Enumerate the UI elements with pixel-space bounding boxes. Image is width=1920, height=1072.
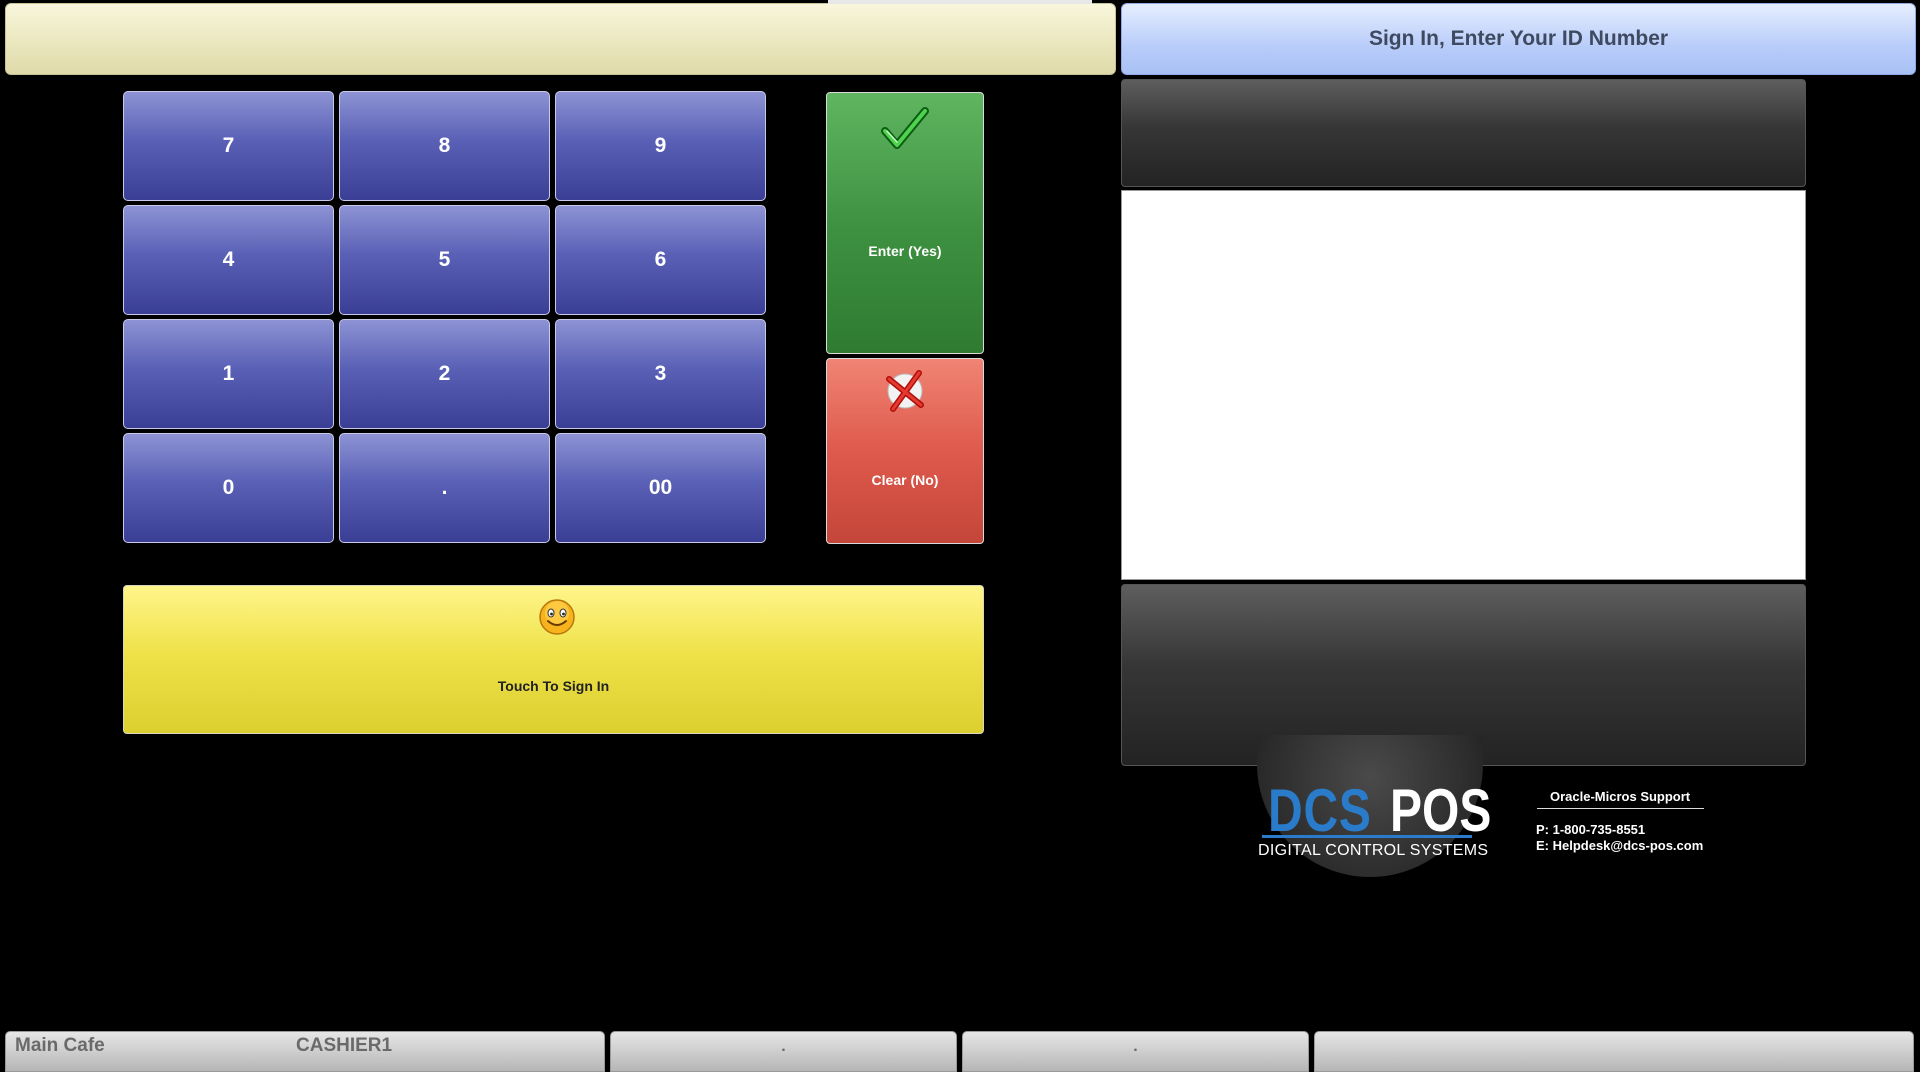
enter-label: Enter (Yes)	[868, 243, 942, 259]
key-8-label: 8	[438, 134, 451, 157]
sign-in-label: Touch To Sign In	[497, 678, 610, 694]
key-double-zero[interactable]: 00	[555, 433, 766, 543]
key-4-label: 4	[222, 248, 235, 271]
status-seg2-text: .	[781, 1038, 786, 1055]
key-double-zero-label: 00	[648, 476, 673, 499]
status-seg3-text: .	[1133, 1038, 1138, 1055]
prompt-text: Sign In, Enter Your ID Number	[1368, 27, 1669, 50]
key-5[interactable]: 5	[339, 205, 550, 315]
key-2-label: 2	[438, 362, 451, 385]
status-segment-3: .	[962, 1031, 1309, 1072]
key-decimal-label: .	[441, 476, 448, 499]
key-3-label: 3	[654, 362, 667, 385]
key-8[interactable]: 8	[339, 91, 550, 201]
support-email: E: Helpdesk@dcs-pos.com	[1536, 838, 1704, 853]
enter-button[interactable]: Enter (Yes)	[826, 92, 984, 354]
clear-label: Clear (No)	[871, 472, 939, 488]
checkmark-icon	[881, 105, 929, 156]
key-1[interactable]: 1	[123, 319, 334, 429]
x-mark-icon	[883, 369, 927, 416]
support-title: Oracle-Micros Support	[1550, 789, 1691, 804]
key-decimal[interactable]: .	[339, 433, 550, 543]
key-0[interactable]: 0	[123, 433, 334, 543]
clear-button[interactable]: Clear (No)	[826, 358, 984, 544]
logo-underline	[1262, 835, 1472, 838]
prompt-bar: Sign In, Enter Your ID Number	[1121, 3, 1916, 75]
key-2[interactable]: 2	[339, 319, 550, 429]
status-segment-location: Main Cafe CASHIER1	[5, 1031, 605, 1072]
key-3[interactable]: 3	[555, 319, 766, 429]
logo-subtitle: DIGITAL CONTROL SYSTEMS	[1258, 842, 1489, 859]
support-phone: P: 1-800-735-8551	[1536, 822, 1646, 837]
key-9-label: 9	[654, 134, 667, 157]
status-user: CASHIER1	[296, 1035, 393, 1056]
smiley-face-icon	[538, 598, 576, 641]
status-segment-4	[1314, 1031, 1914, 1072]
info-panel-top	[1121, 79, 1806, 187]
key-1-label: 1	[222, 362, 235, 385]
entry-display	[5, 3, 1116, 75]
status-location: Main Cafe	[15, 1035, 105, 1056]
message-panel	[1121, 190, 1806, 580]
support-divider	[1537, 808, 1704, 809]
key-9[interactable]: 9	[555, 91, 766, 201]
key-4[interactable]: 4	[123, 205, 334, 315]
status-segment-2: .	[610, 1031, 957, 1072]
key-7-label: 7	[222, 134, 235, 157]
key-6-label: 6	[654, 248, 667, 271]
entry-display-notch	[828, 0, 1092, 4]
key-6[interactable]: 6	[555, 205, 766, 315]
key-5-label: 5	[438, 248, 451, 271]
key-0-label: 0	[222, 476, 235, 499]
touch-to-sign-in-button[interactable]: Touch To Sign In	[123, 585, 984, 734]
key-7[interactable]: 7	[123, 91, 334, 201]
